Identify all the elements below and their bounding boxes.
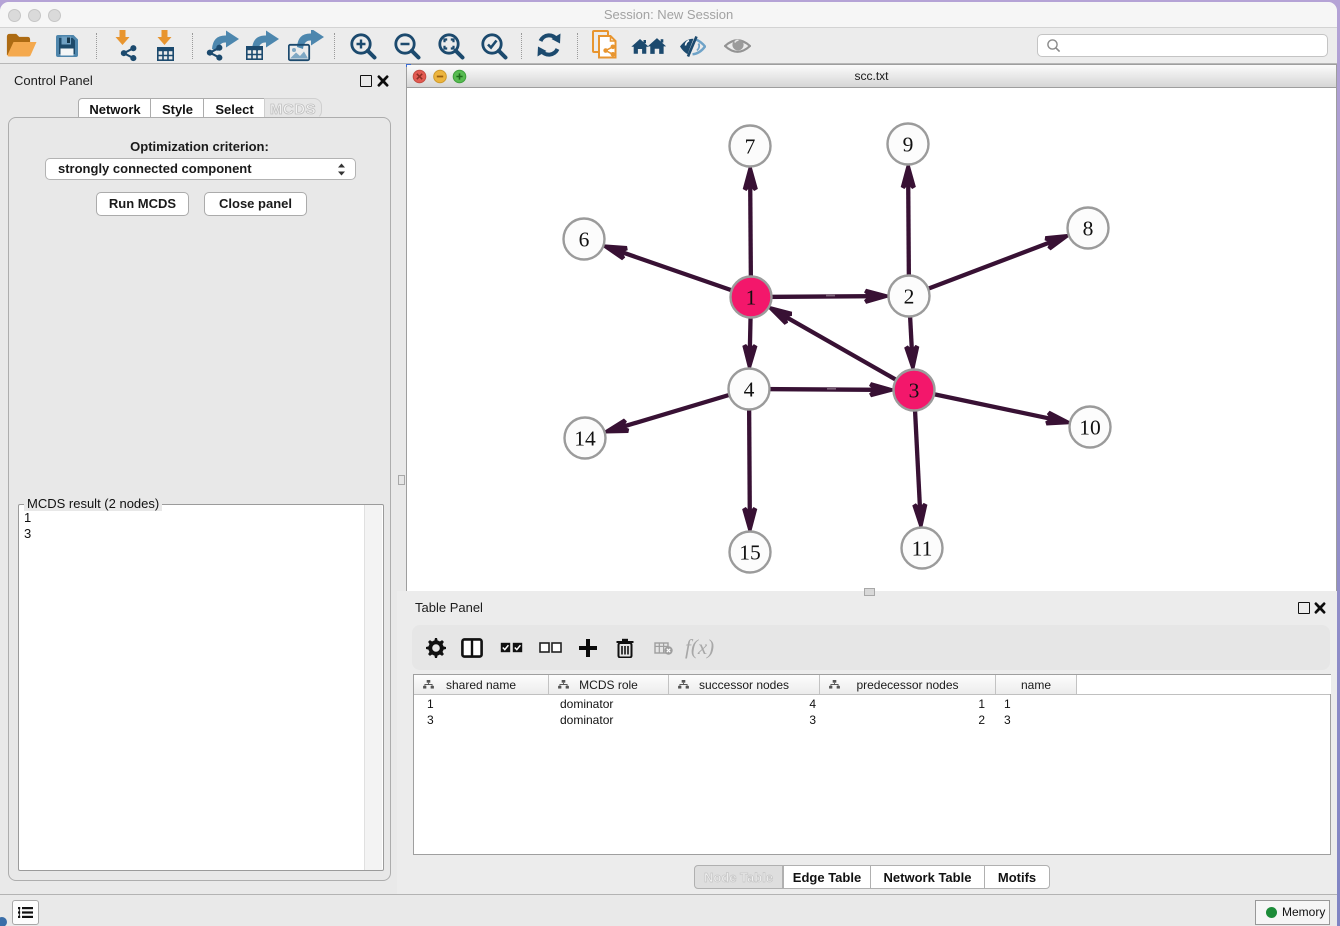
svg-text:1: 1 — [746, 286, 757, 310]
svg-text:6: 6 — [579, 228, 590, 252]
svg-text:11: 11 — [912, 537, 933, 561]
svg-text:3: 3 — [909, 379, 920, 403]
svg-text:7: 7 — [745, 135, 756, 159]
svg-text:8: 8 — [1083, 217, 1094, 241]
svg-text:4: 4 — [744, 378, 755, 402]
svg-text:15: 15 — [739, 541, 761, 565]
svg-text:9: 9 — [903, 133, 914, 157]
svg-text:10: 10 — [1079, 416, 1101, 440]
svg-text:14: 14 — [574, 427, 596, 451]
svg-text:2: 2 — [904, 285, 915, 309]
